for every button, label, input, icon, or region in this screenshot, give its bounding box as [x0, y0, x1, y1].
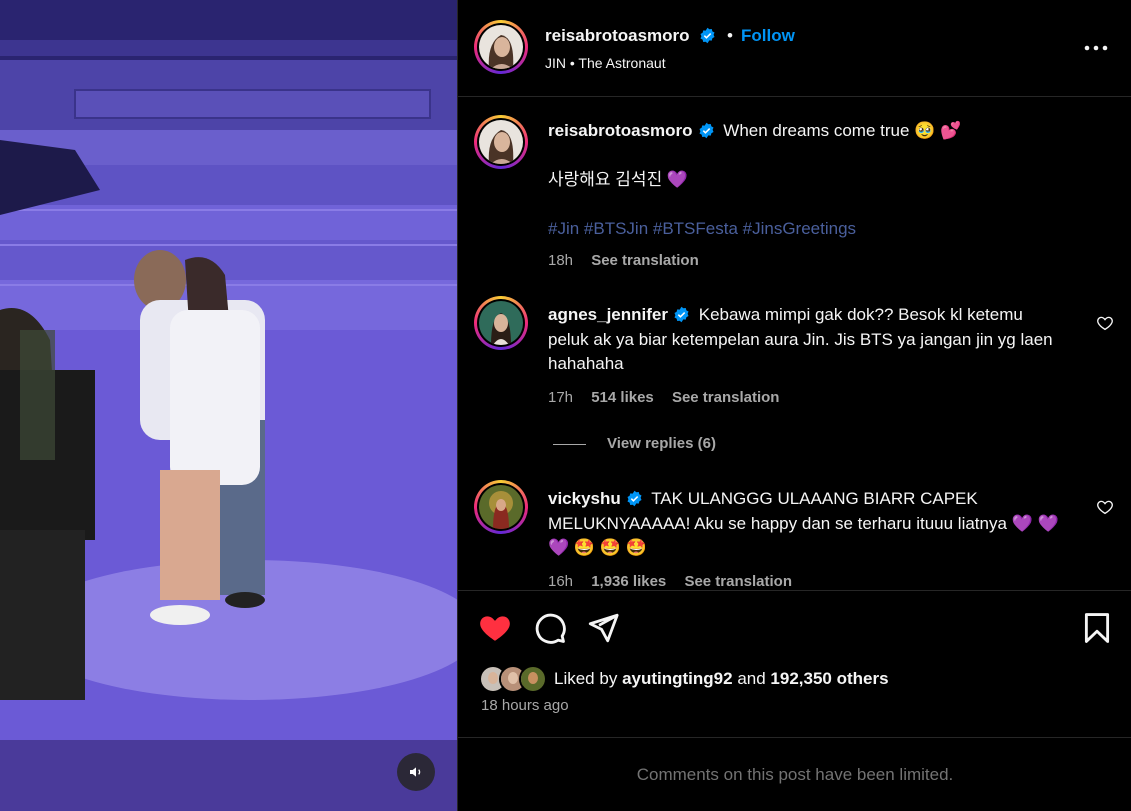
caption-meta: 18h See translation [548, 252, 713, 269]
liked-by-text: Liked by ayutingting92 and 192,350 other… [554, 669, 889, 689]
comment-icon[interactable] [533, 611, 567, 645]
video-frame [0, 0, 457, 811]
comment-avatar-image [479, 301, 523, 345]
comment-see-translation[interactable]: See translation [672, 389, 780, 406]
comment-text: agnes_jennifer Kebawa mimpi gak dok?? Be… [548, 303, 1068, 377]
caption-see-translation[interactable]: See translation [591, 252, 699, 269]
liked-by-user[interactable]: ayutingting92 [622, 669, 733, 688]
verified-badge-icon [674, 306, 689, 323]
liked-by-avatars[interactable] [479, 664, 551, 694]
post-video[interactable] [0, 0, 457, 811]
post-actions: Liked by ayutingting92 and 192,350 other… [458, 590, 1131, 738]
comment-meta: 17h 514 likes See translation [548, 389, 793, 406]
caption-text: reisabrotoasmoro When dreams come true 🥹… [548, 119, 1068, 144]
heart-filled-icon[interactable] [478, 611, 512, 645]
comments-list[interactable]: reisabrotoasmoro When dreams come true 🥹… [458, 98, 1131, 590]
comment-time[interactable]: 17h [548, 389, 573, 406]
post-time-ago[interactable]: 18 hours ago [481, 697, 569, 714]
verified-badge-icon [627, 490, 642, 507]
author-avatar-image [479, 25, 523, 69]
comment-like-icon[interactable] [1096, 498, 1114, 516]
speaker-icon [410, 767, 421, 777]
comment-like-icon[interactable] [1096, 314, 1114, 332]
more-options-icon[interactable] [1083, 36, 1109, 60]
caption-avatar-image [479, 120, 523, 164]
comment-likes[interactable]: 1,936 likes [591, 573, 666, 590]
caption-hashtags[interactable]: #Jin #BTSJin #BTSFesta #JinsGreetings [548, 219, 856, 239]
replies-line [553, 443, 586, 445]
comment-avatar-image [479, 485, 523, 529]
audio-track-link[interactable]: JIN • The Astronaut [545, 55, 666, 71]
post-details-panel: reisabrotoasmoro • Follow JIN • The Astr… [457, 0, 1131, 811]
view-replies-label[interactable]: View replies (6) [607, 435, 716, 452]
liked-by-prefix: Liked by [554, 669, 618, 688]
author-avatar[interactable] [474, 20, 528, 74]
author-username[interactable]: reisabrotoasmoro [545, 26, 690, 45]
share-icon[interactable] [586, 611, 620, 645]
liked-avatar [519, 665, 547, 693]
caption-username[interactable]: reisabrotoasmoro [548, 121, 693, 140]
caption-avatar[interactable] [474, 115, 528, 169]
comment-text: vickyshu TAK ULANGGG ULAAANG BIARR CAPEK… [548, 487, 1068, 561]
comment-likes[interactable]: 514 likes [591, 389, 654, 406]
post-header: reisabrotoasmoro • Follow JIN • The Astr… [458, 0, 1131, 97]
comment-see-translation[interactable]: See translation [684, 573, 792, 590]
author-username-row[interactable]: reisabrotoasmoro [545, 26, 716, 46]
verified-badge-icon [699, 122, 714, 139]
caption-line-1: When dreams come true 🥹 💕 [723, 121, 962, 140]
comment-avatar[interactable] [474, 480, 528, 534]
comment-avatar[interactable] [474, 296, 528, 350]
comment-time[interactable]: 16h [548, 573, 573, 590]
comment-body: TAK ULANGGG ULAAANG BIARR CAPEK MELUKNYA… [548, 489, 1059, 557]
liked-by-and: and [737, 669, 766, 688]
verified-badge-icon [700, 27, 715, 44]
comment-username[interactable]: agnes_jennifer [548, 305, 668, 324]
liked-by-others[interactable]: 192,350 others [770, 669, 888, 688]
mute-button[interactable] [397, 753, 435, 791]
comment-meta: 16h 1,936 likes See translation [548, 573, 806, 590]
bookmark-icon[interactable] [1080, 611, 1114, 645]
follow-button[interactable]: Follow [741, 26, 795, 46]
view-replies-button[interactable]: View replies (6) [553, 435, 716, 452]
caption-time[interactable]: 18h [548, 252, 573, 269]
separator-dot: • [727, 26, 733, 45]
comments-limited-notice: Comments on this post have been limited. [636, 765, 954, 784]
comment-username[interactable]: vickyshu [548, 489, 621, 508]
liked-by-row: Liked by ayutingting92 and 192,350 other… [479, 663, 889, 695]
caption-line-2: 사랑해요 김석진 💜 [548, 170, 689, 189]
